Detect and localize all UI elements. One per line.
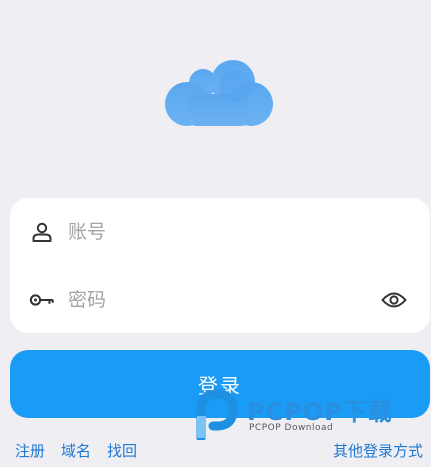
show-password-eye-icon[interactable] bbox=[380, 290, 408, 310]
password-row bbox=[10, 266, 430, 333]
other-login-link[interactable]: 其他登录方式 bbox=[333, 440, 423, 461]
account-row bbox=[10, 198, 430, 265]
bottom-links: 注册 域名 找回 其他登录方式 bbox=[0, 440, 431, 462]
domain-link[interactable]: 域名 bbox=[61, 440, 91, 461]
watermark: PCPOP下载 PCPOP Download bbox=[195, 388, 415, 440]
account-input[interactable] bbox=[68, 220, 368, 243]
register-link[interactable]: 注册 bbox=[15, 440, 45, 461]
watermark-subtitle: PCPOP Download bbox=[249, 423, 334, 433]
password-input[interactable] bbox=[68, 288, 368, 311]
watermark-title: PCPOP下载 bbox=[247, 398, 393, 426]
find-back-link[interactable]: 找回 bbox=[107, 440, 137, 461]
login-form-card bbox=[10, 198, 430, 333]
pcpop-logo-icon bbox=[196, 389, 238, 440]
cloud-logo-icon bbox=[163, 60, 275, 132]
key-icon bbox=[29, 287, 55, 313]
user-icon bbox=[29, 219, 55, 245]
